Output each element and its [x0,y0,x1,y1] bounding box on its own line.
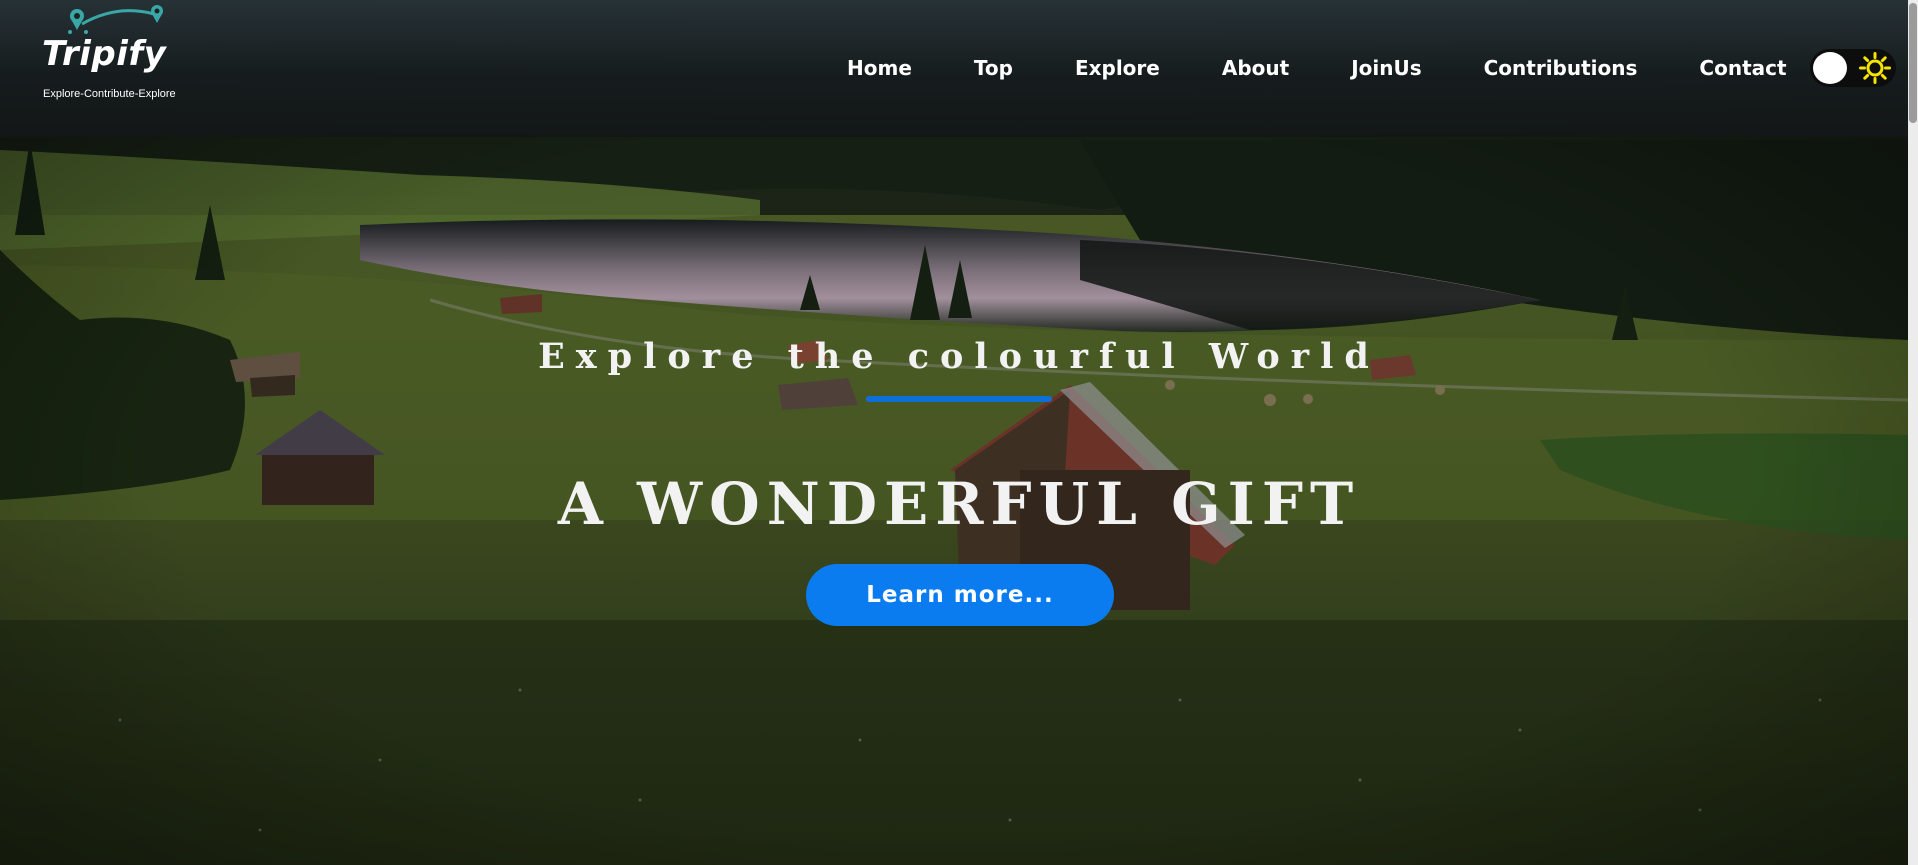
nav-top[interactable]: Top [974,56,1013,80]
map-pins-icon [68,5,163,34]
page: Tripify Explore-Contribute-Explore Home … [0,0,1918,865]
hero-title: A WONDERFUL GIFT [557,470,1361,538]
nav-links: Home Top Explore About JoinUs Contributi… [847,52,1787,84]
nav-explore[interactable]: Explore [1075,56,1160,80]
nav-contact[interactable]: Contact [1699,56,1786,80]
scrollbar[interactable] [1908,0,1918,865]
theme-toggle[interactable] [1810,49,1896,87]
navbar: Tripify Explore-Contribute-Explore Home … [0,0,1908,137]
brand-tagline: Explore-Contribute-Explore [43,88,176,100]
nav-about[interactable]: About [1222,56,1289,80]
nav-joinus[interactable]: JoinUs [1351,56,1421,80]
hero-underline [866,396,1052,402]
nav-home[interactable]: Home [847,56,912,80]
scroll-thumb[interactable] [1909,3,1917,123]
nav-contributions[interactable]: Contributions [1484,56,1638,80]
brand-name: Tripify [42,34,167,74]
toggle-knob [1813,52,1847,84]
learn-more-button[interactable]: Learn more... [806,564,1114,626]
brand-logo[interactable]: Tripify Explore-Contribute-Explore [40,0,180,110]
hero-subtitle: Explore the colourful World [538,336,1380,377]
sun-icon [1859,52,1891,84]
